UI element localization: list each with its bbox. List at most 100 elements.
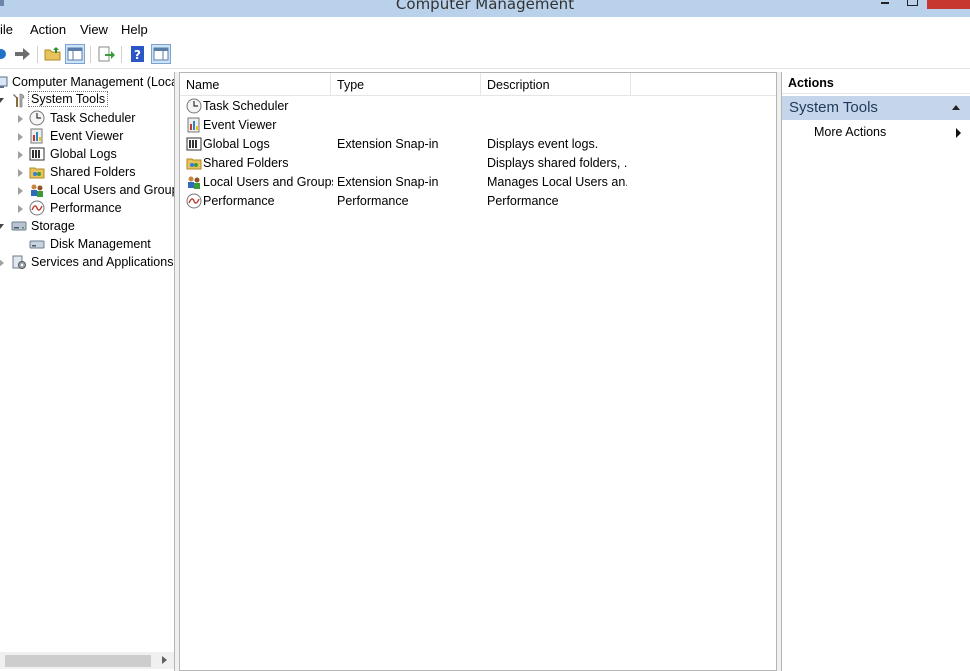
tree-item-services-and-applications[interactable]: Services and Applications (0, 253, 174, 271)
toolbar-separator (90, 46, 91, 63)
tree-label: System Tools (28, 91, 109, 107)
cell-description: Manages Local Users an... (487, 175, 627, 189)
cell-name: Event Viewer (203, 118, 277, 132)
more-actions-item[interactable]: More Actions (782, 123, 970, 143)
toolbar: ? (0, 41, 970, 68)
performance-icon (186, 193, 202, 209)
users-icon (186, 174, 202, 190)
tree-item-system-tools[interactable]: System Tools (0, 91, 174, 109)
performance-icon (29, 200, 45, 216)
tree-label: Global Logs (50, 147, 117, 161)
toolbar-separator (37, 46, 38, 63)
tree-item-storage[interactable]: Storage (0, 217, 174, 235)
actions-pane: Actions System Tools More Actions (781, 72, 970, 671)
system-tools-icon (11, 92, 27, 108)
results-list: Name Type Description Task Scheduler Eve… (179, 72, 777, 671)
tree-item-computer-management[interactable]: Computer Management (Local (0, 73, 175, 91)
expand-arrow-icon[interactable] (18, 151, 23, 159)
shared-folders-icon (29, 164, 45, 180)
expand-arrow-icon[interactable] (18, 205, 23, 213)
show-hide-console-tree-icon[interactable] (65, 44, 85, 64)
up-folder-icon[interactable] (43, 44, 63, 64)
storage-icon (11, 218, 27, 234)
forward-icon[interactable] (12, 44, 32, 64)
shared-folders-icon (186, 155, 202, 171)
more-actions-label: More Actions (814, 125, 887, 139)
cell-description: Performance (487, 194, 559, 208)
tree-item-disk-management[interactable]: Disk Management (0, 235, 174, 253)
tree-label: Shared Folders (50, 165, 136, 179)
tree-item-event-viewer[interactable]: Event Viewer (0, 127, 174, 145)
expand-arrow-icon[interactable] (18, 115, 23, 123)
event-viewer-icon (186, 117, 202, 133)
export-list-icon[interactable] (96, 44, 116, 64)
expand-arrow-icon[interactable] (18, 187, 23, 195)
services-icon (11, 254, 27, 270)
expand-arrow-icon[interactable] (18, 169, 23, 177)
global-logs-icon (29, 146, 45, 162)
disk-management-icon (29, 236, 45, 252)
tree-item-task-scheduler[interactable]: Task Scheduler (0, 109, 174, 127)
menu-file[interactable]: ile (0, 22, 13, 37)
tree-label: Services and Applications (31, 255, 174, 269)
scrollbar-thumb[interactable] (5, 655, 151, 667)
tree-item-performance[interactable]: Performance (0, 199, 174, 217)
tree-label: Storage (31, 219, 75, 233)
tree-label: Performance (50, 201, 122, 215)
cell-name: Performance (203, 194, 275, 208)
tree-item-shared-folders[interactable]: Shared Folders (0, 163, 174, 181)
collapse-arrow-icon[interactable] (0, 224, 4, 229)
list-item[interactable]: Event Viewer (180, 116, 776, 135)
cell-type: Extension Snap-in (337, 137, 439, 151)
tree-label: Computer Management (Local (12, 75, 175, 89)
cell-description: Displays event logs. (487, 137, 599, 151)
cell-name: Shared Folders (203, 156, 289, 170)
menu-view[interactable]: View (80, 22, 108, 37)
actions-section-system-tools[interactable]: System Tools (782, 96, 970, 120)
scroll-right-arrow-icon[interactable] (162, 656, 167, 664)
column-header-name[interactable]: Name (180, 73, 331, 96)
toolbar-divider (0, 68, 970, 69)
console-tree: Computer Management (Local System Tools … (0, 72, 175, 671)
minimize-button[interactable] (880, 0, 890, 8)
collapse-up-icon[interactable] (952, 105, 960, 110)
close-button[interactable] (927, 0, 970, 9)
window-title: Computer Management (395, 0, 575, 13)
help-icon[interactable]: ? (128, 44, 148, 64)
cell-name: Global Logs (203, 137, 270, 151)
actions-section-label: System Tools (789, 99, 878, 116)
cell-description: Displays shared folders, ... (487, 156, 627, 170)
submenu-arrow-icon (956, 128, 961, 138)
cell-type: Performance (337, 194, 409, 208)
menu-help[interactable]: Help (121, 22, 148, 37)
tree-item-global-logs[interactable]: Global Logs (0, 145, 174, 163)
clock-icon (186, 98, 202, 114)
tree-horizontal-scrollbar[interactable] (0, 652, 174, 669)
maximize-button[interactable] (906, 0, 918, 8)
list-item[interactable]: Local Users and Groups Extension Snap-in… (180, 173, 776, 192)
svg-text:?: ? (134, 48, 141, 62)
clock-icon (29, 110, 45, 126)
column-header-type[interactable]: Type (331, 73, 481, 96)
toolbar-separator (121, 46, 122, 63)
tree-label: Task Scheduler (50, 111, 136, 125)
collapse-arrow-icon[interactable] (0, 98, 4, 103)
global-logs-icon (186, 136, 202, 152)
list-item[interactable]: Performance Performance Performance (180, 192, 776, 211)
event-viewer-icon (29, 128, 45, 144)
tree-label: Event Viewer (50, 129, 124, 143)
cell-name: Local Users and Groups (203, 175, 333, 189)
menu-action[interactable]: Action (30, 22, 66, 37)
expand-arrow-icon[interactable] (0, 259, 4, 267)
show-hide-action-pane-icon[interactable] (151, 44, 171, 64)
list-item[interactable]: Global Logs Extension Snap-in Displays e… (180, 135, 776, 154)
list-item[interactable]: Shared Folders Displays shared folders, … (180, 154, 776, 173)
tree-item-local-users-and-groups[interactable]: Local Users and Groups (0, 181, 174, 199)
users-icon (29, 182, 45, 198)
list-item[interactable]: Task Scheduler (180, 97, 776, 116)
menu-bar: ile Action View Help (0, 17, 970, 41)
list-header: Name Type Description (180, 73, 776, 96)
column-header-description[interactable]: Description (481, 73, 631, 96)
expand-arrow-icon[interactable] (18, 133, 23, 141)
cell-type: Extension Snap-in (337, 175, 439, 189)
